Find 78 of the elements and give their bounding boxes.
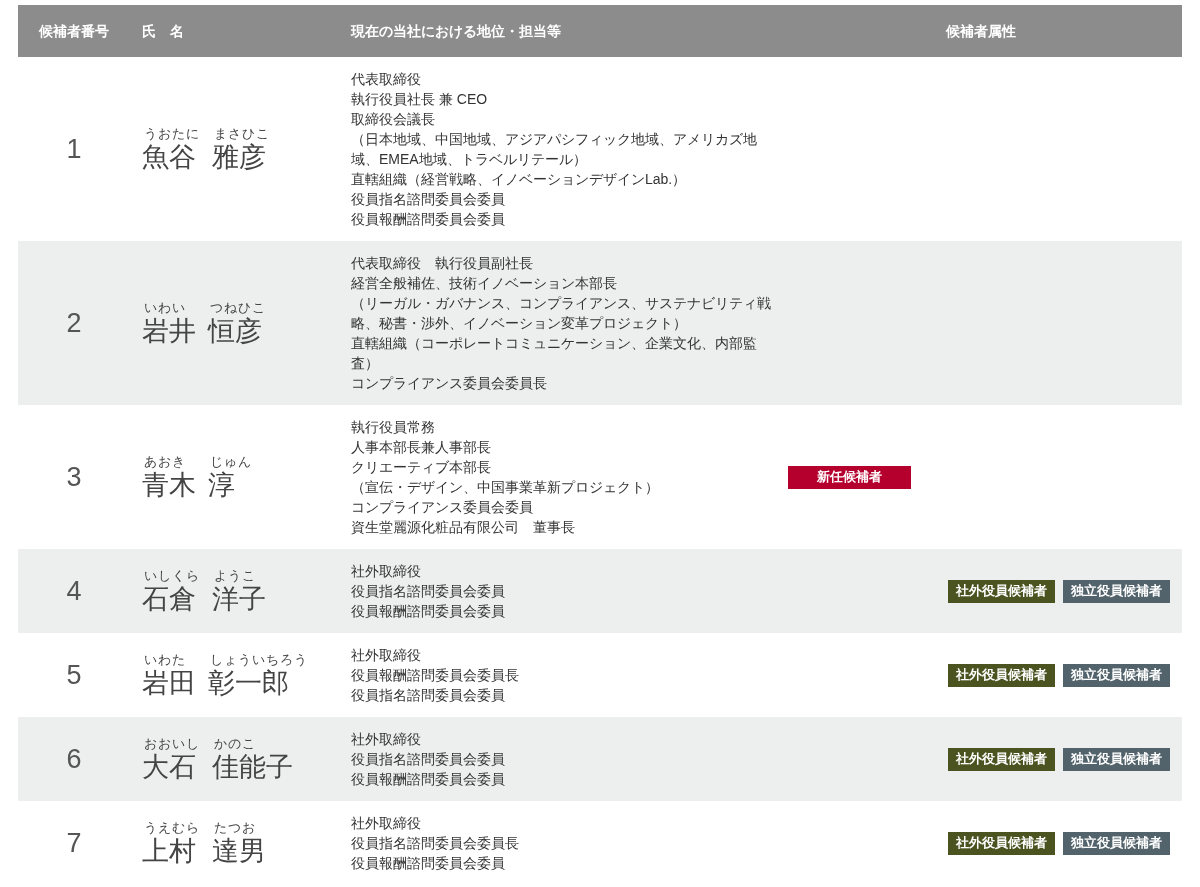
column-header: 候補者番号	[39, 21, 109, 41]
position-line: 取締役会議長	[351, 110, 436, 129]
attribute-tag: 独立役員候補者	[1063, 747, 1170, 771]
candidate-name: 上村	[142, 834, 196, 867]
candidate-name: 淳	[208, 468, 235, 501]
candidate-name: 洋子	[212, 582, 266, 615]
candidate-name: 岩井	[142, 314, 196, 347]
position-line: 役員報酬諮問委員会委員	[351, 210, 506, 229]
position-line: 執行役員常務	[351, 418, 436, 437]
candidate-number: 2	[66, 306, 82, 340]
position-line: 資生堂麗源化粧品有限公司 董事長	[351, 518, 576, 537]
candidate-name: 石倉	[142, 582, 196, 615]
column-header: 現在の当社における地位・担当等	[351, 21, 561, 41]
position-line: 役員指名諮問委員会委員	[351, 190, 506, 209]
attribute-tag: 独立役員候補者	[1063, 663, 1170, 687]
candidate-name: 彰一郎	[208, 666, 289, 699]
position-line: 役員報酬諮問委員会委員	[351, 770, 506, 789]
position-line: （リーガル・ガバナンス、コンプライアンス、サステナビリティ戦略、秘書・渉外、イノベーション変革プロジェクト）	[351, 294, 772, 333]
name-reading: たつお	[213, 819, 256, 835]
attribute-tag: 社外役員候補者	[948, 831, 1055, 855]
position-line: 代表取締役 執行役員副社長	[351, 254, 534, 273]
name-reading: いわた	[143, 651, 186, 667]
position-line: コンプライアンス委員会委員長	[351, 374, 548, 393]
attribute-tag: 社外役員候補者	[948, 747, 1055, 771]
position-line: 社外取締役	[351, 730, 422, 749]
name-reading: つねひこ	[209, 299, 266, 315]
position-line: 社外取締役	[351, 814, 422, 833]
position-line: 代表取締役	[351, 70, 422, 89]
position-line: （日本地域、中国地域、アジアパシフィック地域、アメリカズ地域、EMEA地域、トラベルリテール）	[351, 130, 758, 169]
attribute-tag: 新任候補者	[788, 465, 911, 489]
candidate-number: 6	[66, 742, 82, 776]
position-line: コンプライアンス委員会委員	[351, 498, 534, 517]
position-line: 役員指名諮問委員会委員	[351, 582, 506, 601]
name-reading: しょういちろう	[209, 651, 308, 667]
candidate-name: 青木	[142, 468, 196, 501]
name-reading: いわい	[143, 299, 186, 315]
candidate-name: 岩田	[142, 666, 196, 699]
column-header: 氏 名	[142, 21, 184, 41]
attribute-tag: 独立役員候補者	[1063, 579, 1170, 603]
candidate-number: 7	[66, 826, 82, 860]
column-header: 候補者属性	[946, 21, 1016, 41]
candidate-name: 大石	[142, 750, 196, 783]
position-line: 執行役員社長 兼 CEO	[351, 90, 489, 109]
name-reading: かのこ	[213, 735, 256, 751]
candidate-number: 4	[66, 574, 82, 608]
position-line: 役員報酬諮問委員会委員長	[351, 666, 520, 685]
position-line: 役員報酬諮問委員会委員	[351, 602, 506, 621]
candidate-number: 1	[66, 132, 82, 166]
position-line: 役員報酬諮問委員会委員	[351, 854, 506, 873]
candidate-name: 恒彦	[208, 314, 262, 347]
position-line: 経営全般補佐、技術イノベーション本部長	[351, 274, 618, 293]
position-line: 人事本部長兼人事部長	[351, 438, 492, 457]
attribute-tag: 社外役員候補者	[948, 663, 1055, 687]
position-line: 直轄組織（コーポレートコミュニケーション、企業文化、内部監査）	[351, 334, 758, 373]
candidate-name: 佳能子	[212, 750, 293, 783]
position-line: クリエーティブ本部長	[351, 458, 492, 477]
candidate-name: 達男	[212, 834, 266, 867]
name-reading: うえむら	[143, 819, 200, 835]
name-reading: いしくら	[143, 567, 200, 583]
position-line: 社外取締役	[351, 562, 422, 581]
position-line: 役員指名諮問委員会委員長	[351, 834, 520, 853]
position-line: 役員指名諮問委員会委員	[351, 686, 506, 705]
candidate-name: 雅彦	[212, 140, 266, 173]
candidate-number: 3	[66, 460, 82, 494]
candidate-name: 魚谷	[142, 140, 196, 173]
name-reading: じゅん	[209, 453, 252, 469]
name-reading: うおたに	[143, 125, 200, 141]
name-reading: おおいし	[143, 735, 200, 751]
position-line: 役員指名諮問委員会委員	[351, 750, 506, 769]
name-reading: まさひこ	[213, 125, 270, 141]
position-line: 直轄組織（経営戦略、イノベーションデザインLab.）	[351, 170, 688, 189]
position-line: （宣伝・デザイン、中国事業革新プロジェクト）	[351, 478, 660, 497]
name-reading: あおき	[143, 453, 186, 469]
name-reading: ようこ	[213, 567, 256, 583]
attribute-tag: 社外役員候補者	[948, 579, 1055, 603]
position-line: 社外取締役	[351, 646, 422, 665]
candidate-number: 5	[66, 658, 82, 692]
attribute-tag: 独立役員候補者	[1063, 831, 1170, 855]
